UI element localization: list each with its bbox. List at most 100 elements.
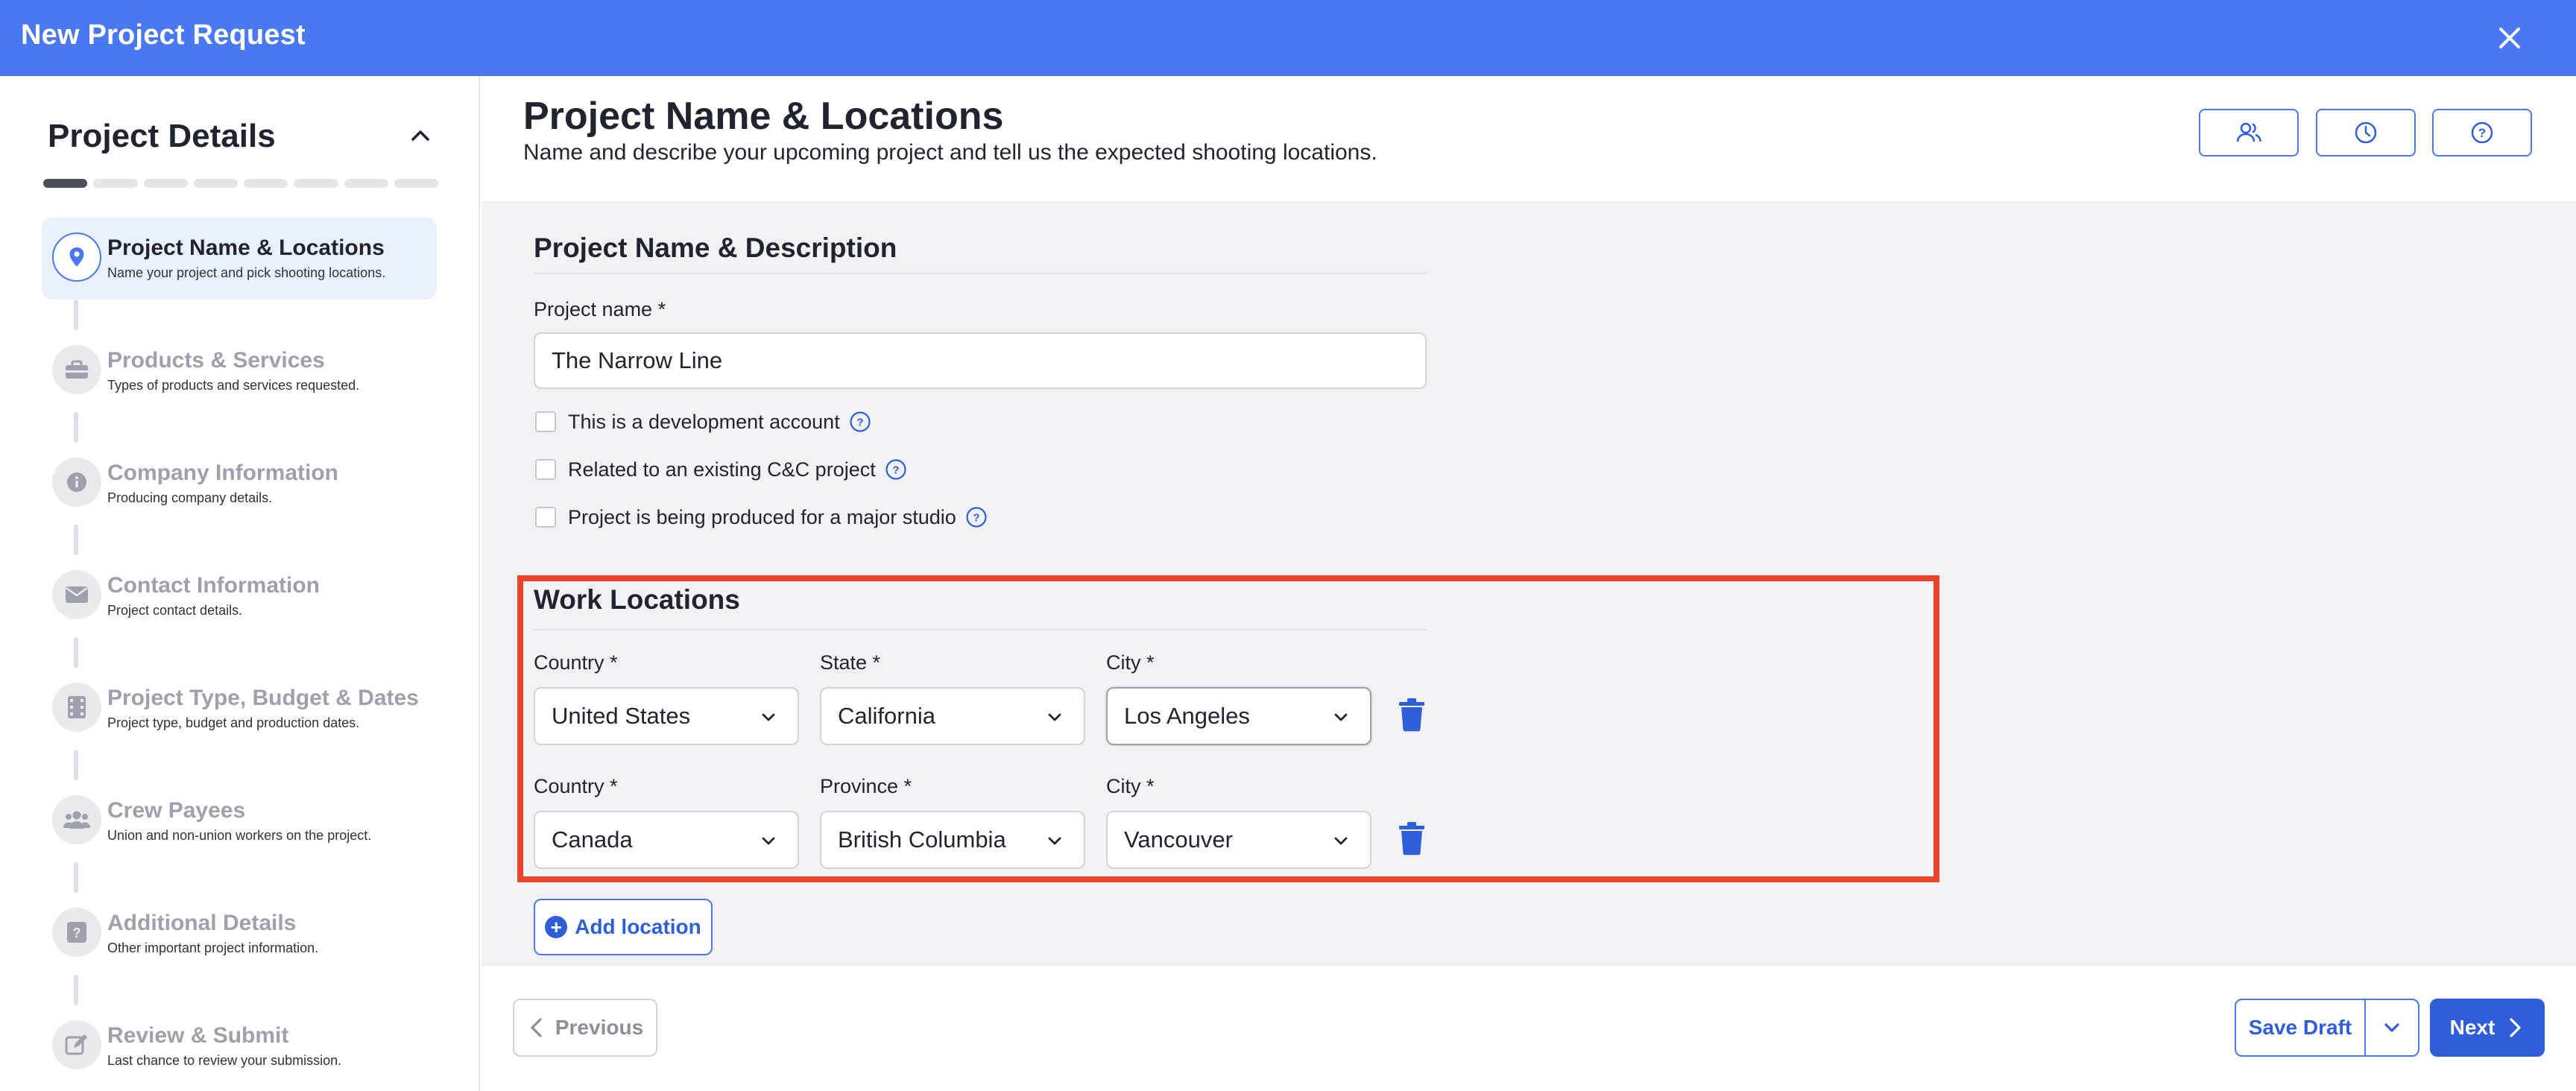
step-description: Last chance to review your submission.	[107, 1053, 342, 1068]
checkbox-label: Project is being produced for a major st…	[568, 505, 956, 528]
svg-text:?: ?	[892, 464, 899, 477]
users-button[interactable]	[2199, 109, 2299, 156]
page-subtitle: Name and describe your upcoming project …	[523, 140, 1377, 165]
step-description: Other important project information.	[107, 940, 319, 955]
edit-icon	[52, 1020, 101, 1069]
step-title: Contact Information	[107, 573, 320, 598]
step-project-name-locations[interactable]: Project Name & Locations Name your proje…	[42, 218, 440, 330]
existing-project-checkbox[interactable]	[535, 459, 556, 480]
step-connector	[74, 525, 78, 555]
step-connector	[74, 750, 78, 780]
page-title: Project Name & Locations	[523, 95, 1004, 138]
envelope-icon	[52, 570, 101, 619]
close-icon[interactable]	[2493, 21, 2527, 55]
step-title: Crew Payees	[107, 798, 246, 823]
progress-segment	[43, 179, 88, 188]
step-products-services[interactable]: Products & Services Types of products an…	[42, 330, 440, 443]
toolbox-icon	[52, 345, 101, 394]
step-description: Project type, budget and production date…	[107, 715, 360, 730]
step-progress-bar	[43, 179, 438, 189]
help-button[interactable]: ?	[2432, 109, 2532, 156]
save-draft-button[interactable]: Save Draft	[2236, 1000, 2366, 1055]
question-icon: ?	[52, 908, 101, 957]
step-review-submit[interactable]: Review & Submit Last chance to review yo…	[42, 1005, 440, 1091]
step-project-type-budget-dates[interactable]: Project Type, Budget & Dates Project typ…	[42, 668, 440, 780]
step-contact-information[interactable]: Contact Information Project contact deta…	[42, 555, 440, 668]
history-button[interactable]	[2316, 109, 2416, 156]
save-options-dropdown[interactable]	[2366, 1000, 2418, 1055]
step-company-information[interactable]: Company Information Producing company de…	[42, 443, 440, 555]
checkbox-row-development: This is a development account ?	[535, 408, 871, 435]
step-title: Company Information	[107, 461, 339, 485]
section-divider	[534, 273, 1427, 274]
step-connector	[74, 637, 78, 668]
chevron-up-icon[interactable]	[407, 122, 434, 149]
footer: Previous Save Draft Next	[482, 964, 2576, 1091]
form-content: Project Name & Description Project name …	[482, 201, 2576, 964]
clock-icon	[2355, 121, 2377, 144]
progress-segment	[193, 179, 238, 188]
svg-text:?: ?	[973, 512, 979, 525]
help-circle-icon[interactable]: ?	[885, 458, 907, 481]
next-button[interactable]: Next	[2430, 999, 2545, 1057]
step-connector	[74, 862, 78, 893]
chevron-down-icon	[2384, 1023, 2399, 1032]
sidebar: Project Details Project Name & Locations…	[0, 76, 480, 1091]
step-description: Name your project and pick shooting loca…	[107, 265, 386, 280]
window-title: New Project Request	[21, 19, 306, 51]
location-pin-icon	[52, 233, 101, 282]
chevron-left-icon	[531, 1018, 542, 1037]
help-circle-icon[interactable]: ?	[849, 411, 871, 433]
checkbox-row-major-studio: Project is being produced for a major st…	[535, 504, 988, 531]
chevron-right-icon	[2510, 1018, 2521, 1037]
development-account-checkbox[interactable]	[535, 411, 556, 432]
step-title: Review & Submit	[107, 1023, 289, 1048]
progress-segment	[294, 179, 338, 188]
step-connector	[74, 300, 78, 330]
step-description: Producing company details.	[107, 490, 273, 505]
progress-segment	[143, 179, 188, 188]
work-locations-highlight	[517, 575, 1939, 882]
next-label: Next	[2449, 1016, 2496, 1039]
previous-label: Previous	[555, 1016, 644, 1039]
step-title: Project Type, Budget & Dates	[107, 686, 419, 710]
checkbox-row-existing-project: Related to an existing C&C project ?	[535, 456, 907, 483]
project-name-input[interactable]: The Narrow Line	[534, 332, 1427, 389]
major-studio-checkbox[interactable]	[535, 507, 556, 528]
step-description: Project contact details.	[107, 603, 243, 618]
checkbox-label: Related to an existing C&C project	[568, 458, 876, 481]
step-title: Project Name & Locations	[107, 235, 385, 260]
svg-text:?: ?	[2478, 126, 2486, 140]
users-icon	[2236, 122, 2261, 142]
step-crew-payees[interactable]: Crew Payees Union and non-union workers …	[42, 780, 440, 893]
add-location-label: Add location	[575, 915, 701, 938]
progress-segment	[244, 179, 288, 188]
step-description: Types of products and services requested…	[107, 378, 360, 393]
info-icon	[52, 458, 101, 507]
step-title: Additional Details	[107, 911, 297, 935]
checkbox-label: This is a development account	[568, 410, 840, 433]
progress-segment	[344, 179, 388, 188]
progress-segment	[93, 179, 138, 188]
title-bar: New Project Request	[0, 0, 2576, 76]
section-title-description: Project Name & Description	[534, 233, 897, 263]
step-connector	[74, 412, 78, 443]
help-circle-icon[interactable]: ?	[965, 506, 988, 528]
step-list: Project Name & Locations Name your proje…	[42, 218, 440, 1091]
add-location-button[interactable]: + Add location	[534, 899, 713, 955]
progress-segment	[394, 179, 438, 188]
sidebar-heading: Project Details	[48, 118, 276, 154]
step-description: Union and non-union workers on the proje…	[107, 828, 372, 843]
help-icon: ?	[2471, 121, 2493, 144]
main-header: Project Name & Locations Name and descri…	[482, 76, 2576, 201]
previous-button[interactable]: Previous	[513, 999, 657, 1057]
svg-text:?: ?	[73, 926, 81, 940]
step-additional-details[interactable]: ? Additional Details Other important pro…	[42, 893, 440, 1005]
svg-text:?: ?	[856, 417, 863, 429]
save-draft-label: Save Draft	[2248, 1016, 2352, 1039]
step-title: Products & Services	[107, 348, 325, 373]
film-icon	[52, 683, 101, 732]
save-draft-group: Save Draft	[2235, 999, 2419, 1057]
people-icon	[52, 795, 101, 844]
plus-icon: +	[545, 916, 568, 938]
